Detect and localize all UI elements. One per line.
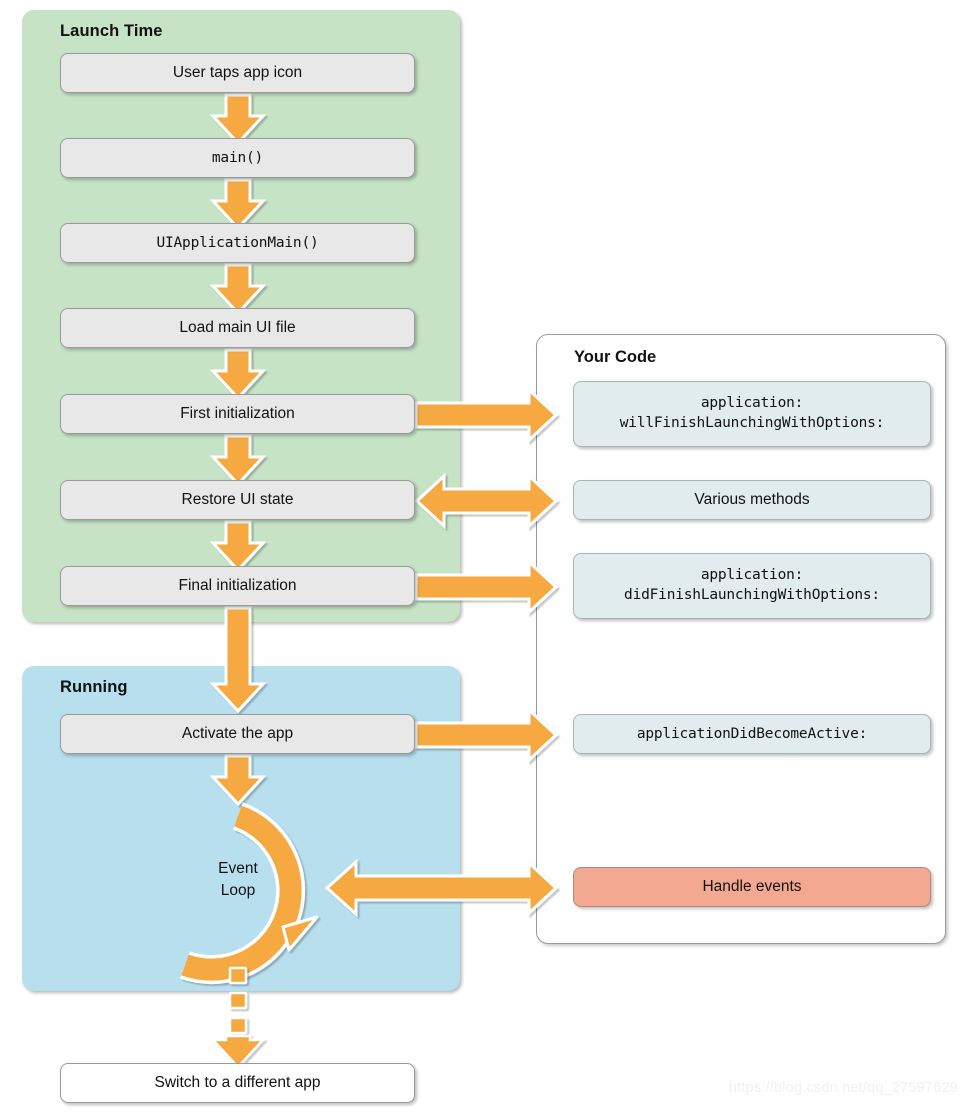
step-activate-the-app[interactable]: Activate the app <box>60 714 415 754</box>
step-first-initialization[interactable]: First initialization <box>60 394 415 434</box>
code-handle-events[interactable]: Handle events <box>573 867 931 907</box>
step-final-initialization[interactable]: Final initialization <box>60 566 415 606</box>
step-main[interactable]: main() <box>60 138 415 178</box>
step-load-main-ui-file[interactable]: Load main UI file <box>60 308 415 348</box>
code-application-willfinishlaunchingwithoptions[interactable]: application: willFinishLaunchingWithOpti… <box>573 381 931 447</box>
step-restore-ui-state[interactable]: Restore UI state <box>60 480 415 520</box>
code-application-didfinishlaunchingwithoptions[interactable]: application: didFinishLaunchingWithOptio… <box>573 553 931 619</box>
launch-time-title: Launch Time <box>60 22 163 40</box>
running-title: Running <box>60 678 128 696</box>
step-switch-to-a-different-app[interactable]: Switch to a different app <box>60 1063 415 1103</box>
diagram-canvas: Launch Time Running Your Code User taps … <box>0 0 976 1114</box>
code-various-methods[interactable]: Various methods <box>573 480 931 520</box>
code-applicationdidbecomeactive[interactable]: applicationDidBecomeActive: <box>573 714 931 754</box>
step-uiapplicationmain[interactable]: UIApplicationMain() <box>60 223 415 263</box>
event-loop-label: Event Loop <box>218 860 258 900</box>
your-code-title: Your Code <box>574 348 657 366</box>
watermark: https://blog.csdn.net/qq_27597629 <box>728 1080 958 1096</box>
step-user-taps-app-icon[interactable]: User taps app icon <box>60 53 415 93</box>
